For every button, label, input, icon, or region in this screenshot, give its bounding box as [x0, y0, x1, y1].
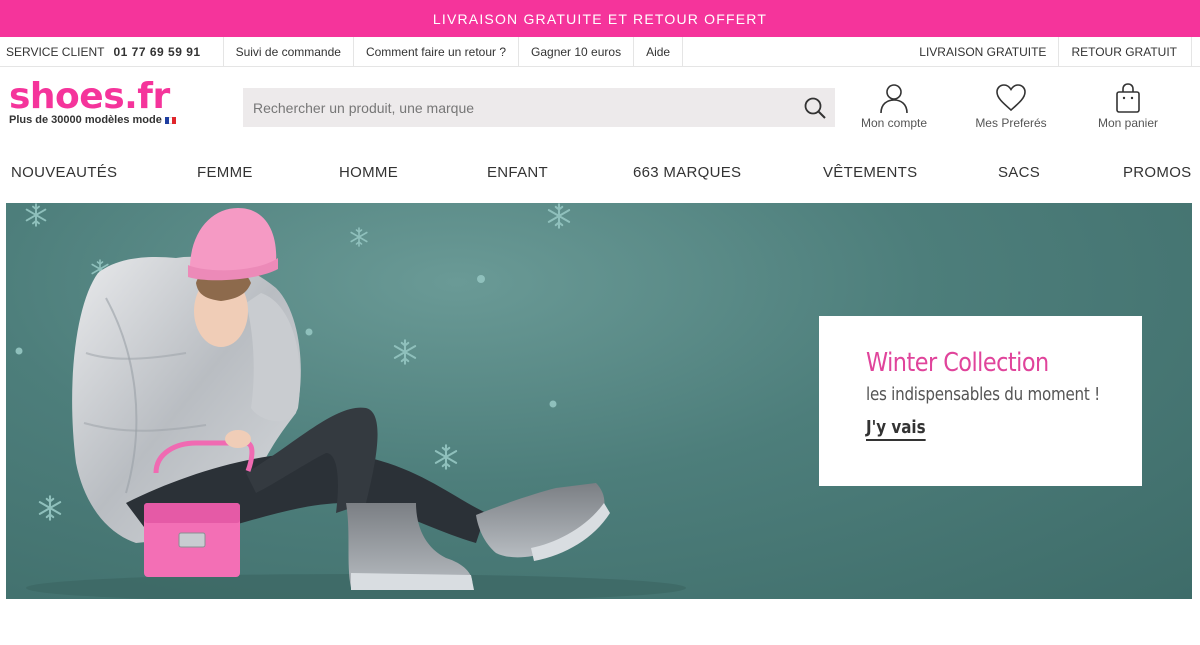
promo-title: Winter Collection: [866, 348, 1049, 378]
site-logo[interactable]: shoes.fr Plus de 30000 modèles mode: [9, 76, 209, 130]
cart-label: Mon panier: [1097, 116, 1159, 130]
promo-card: Winter Collection les indispensables du …: [819, 316, 1142, 486]
tagline-text: Plus de 30000 modèles mode: [9, 114, 162, 126]
search-input[interactable]: [243, 99, 795, 116]
logo-tagline: Plus de 30000 modèles mode: [9, 114, 209, 126]
customer-service-label: SERVICE CLIENT: [6, 44, 105, 59]
account-label: Mon compte: [860, 116, 928, 130]
help-link[interactable]: Aide: [634, 37, 684, 66]
cart-button[interactable]: Mon panier: [1083, 82, 1173, 130]
order-tracking-link[interactable]: Suivi de commande: [224, 37, 354, 66]
nav-kids[interactable]: ENFANT: [487, 164, 548, 181]
utility-right-links: LIVRAISON GRATUITE RETOUR GRATUIT: [907, 37, 1200, 66]
promo-banner: LIVRAISON GRATUITE ET RETOUR OFFERT: [0, 0, 1200, 37]
user-icon: [880, 84, 908, 114]
promo-subtitle: les indispensables du moment !: [866, 384, 1100, 405]
search-bar: [243, 88, 835, 127]
bag-icon: [1116, 83, 1140, 113]
nav-promos[interactable]: PROMOS: [1123, 164, 1191, 181]
favorites-button[interactable]: Mes Preferés: [966, 82, 1056, 130]
logo-wordmark: shoes.fr: [9, 76, 170, 117]
search-icon: [804, 97, 826, 119]
hero-banner[interactable]: Winter Collection les indispensables du …: [6, 203, 1192, 599]
utility-spacer: [683, 37, 907, 66]
free-return-link[interactable]: RETOUR GRATUIT: [1058, 37, 1192, 66]
promo-cta-link[interactable]: J'y vais: [866, 417, 926, 441]
nav-bags[interactable]: SACS: [998, 164, 1040, 181]
flag-fr-icon: [164, 116, 176, 124]
return-howto-link[interactable]: Comment faire un retour ?: [354, 37, 520, 66]
referral-link[interactable]: Gagner 10 euros: [519, 37, 635, 66]
free-delivery-link[interactable]: LIVRAISON GRATUITE: [907, 37, 1058, 66]
customer-service: SERVICE CLIENT 01 77 69 59 91: [0, 37, 224, 66]
utility-bar: SERVICE CLIENT 01 77 69 59 91 Suivi de c…: [0, 37, 1200, 67]
nav-brands[interactable]: 663 MARQUES: [633, 164, 741, 181]
account-button[interactable]: Mon compte: [849, 82, 939, 130]
nav-women[interactable]: FEMME: [197, 164, 253, 181]
search-button[interactable]: [795, 88, 835, 127]
nav-men[interactable]: HOMME: [339, 164, 398, 181]
nav-new[interactable]: NOUVEAUTÉS: [11, 164, 117, 181]
favorites-label: Mes Preferés: [975, 116, 1047, 130]
heart-icon: [996, 84, 1026, 112]
customer-service-phone[interactable]: 01 77 69 59 91: [113, 45, 200, 59]
promo-banner-text: LIVRAISON GRATUITE ET RETOUR OFFERT: [432, 10, 768, 27]
main-navigation: NOUVEAUTÉS FEMME HOMME ENFANT 663 MARQUE…: [0, 150, 1200, 194]
nav-clothing[interactable]: VÊTEMENTS: [823, 164, 917, 181]
